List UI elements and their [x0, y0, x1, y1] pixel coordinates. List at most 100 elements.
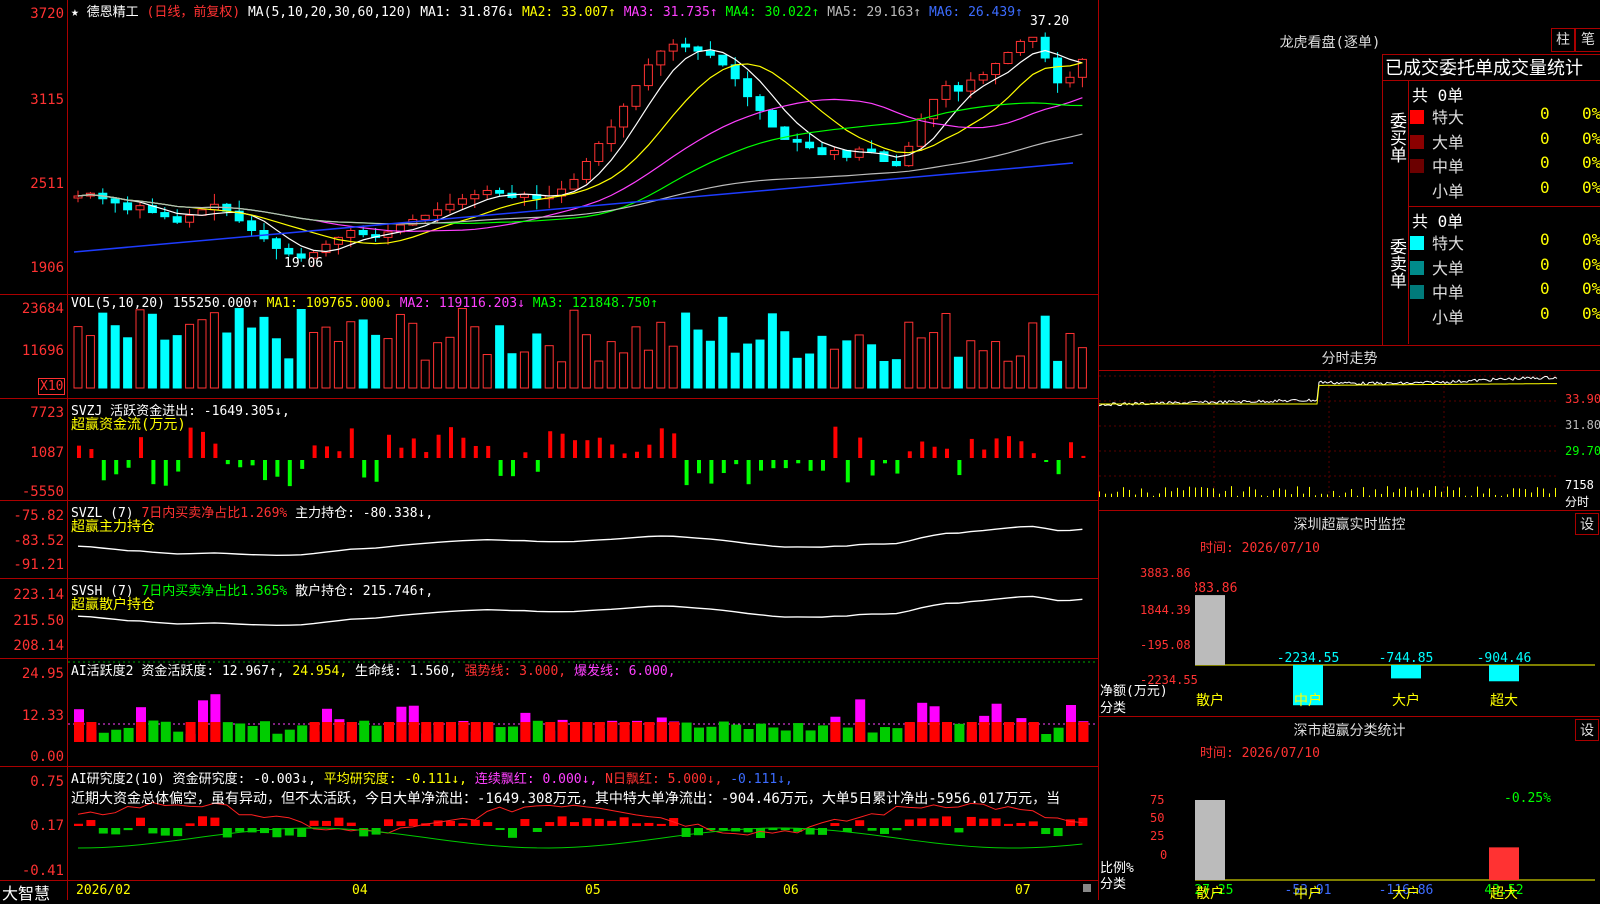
research-bar: [1004, 823, 1013, 826]
sz-class-axis: 50: [1150, 811, 1165, 825]
volume-bar: [755, 339, 765, 389]
candle-body: [482, 189, 492, 196]
intraday-volume-bar: [1129, 489, 1130, 497]
volume-bar: [333, 340, 343, 389]
intraday-volume-bar: [1393, 492, 1394, 497]
volume-bar: [197, 319, 207, 389]
sz-monitor-axis: 1844.39: [1140, 603, 1191, 617]
intraday-volume-bar: [1339, 495, 1340, 497]
research-bar: [173, 828, 183, 837]
price-axis-label: 3115: [30, 92, 64, 108]
volume-bar: [185, 323, 195, 389]
flow-bar: [1044, 460, 1049, 463]
bar-view-button[interactable]: 柱: [1551, 28, 1575, 52]
vol-value: 155250.000↑: [172, 296, 259, 311]
activity-bar: [222, 722, 233, 742]
candle-body: [743, 78, 753, 98]
intraday-volume-bar: [1123, 487, 1124, 497]
intraday-volume-bar: [1327, 494, 1328, 497]
activity-base-bar: [322, 722, 332, 742]
research-bar: [322, 820, 331, 826]
activity-bar: [842, 727, 853, 742]
candle-body: [705, 50, 715, 56]
volume-bar: [284, 358, 294, 389]
candle-body: [1015, 40, 1025, 53]
tick-view-button[interactable]: 笔: [1575, 28, 1600, 52]
ai1-d: 强势线: 3.000,: [464, 664, 567, 679]
lhb-tab-divider: [1382, 80, 1600, 81]
flow-bar: [238, 460, 243, 468]
date-label: 06: [783, 883, 799, 898]
activity-bar: [173, 731, 184, 742]
flow-bar: [945, 448, 949, 458]
volume-bar: [346, 321, 356, 389]
volume-bar: [234, 308, 244, 389]
activity-base-bar: [582, 722, 593, 742]
ai1-e: 爆发线: 6.000,: [573, 664, 676, 679]
vol-label: VOL(5,10,20): [71, 296, 165, 311]
intraday-volume-bar: [1531, 492, 1532, 497]
sz-monitor-settings-button[interactable]: 设: [1575, 513, 1599, 535]
intraday-volume-bar: [1465, 495, 1466, 497]
research-bar: [1041, 828, 1051, 835]
intraday-volume-bar: [1231, 486, 1232, 497]
sz-class-settings-button[interactable]: 设: [1575, 719, 1599, 741]
candle-body: [123, 202, 133, 211]
flow-bar: [833, 426, 838, 458]
research-bar: [111, 828, 121, 835]
intraday-volume-bar: [1225, 490, 1226, 497]
research-bar: [408, 818, 418, 826]
ai1-b: 24.954,: [292, 664, 348, 679]
flow-bar: [858, 437, 863, 458]
activity-bar: [98, 732, 109, 742]
kline-canvas[interactable]: [68, 0, 1098, 900]
candle-body: [619, 105, 629, 128]
activity-base-bar: [185, 722, 196, 742]
flow-bar: [163, 460, 168, 486]
lhb-mid-divider: [1408, 206, 1600, 207]
research-bar: [148, 828, 158, 834]
activity-bar: [880, 727, 890, 742]
date-axis: [0, 880, 1098, 901]
research-bar: [954, 828, 964, 833]
order-type: 小单: [1432, 181, 1465, 201]
color-swatch-icon: [1410, 159, 1424, 173]
ai2-c: 连续飘红: 0.000↓,: [474, 772, 598, 787]
flow-bar: [201, 431, 205, 458]
volume-bar: [1040, 315, 1050, 389]
vol-axis-label: 23684: [21, 301, 64, 317]
candle-body: [110, 198, 120, 204]
flow-bar: [932, 446, 937, 458]
flow-bar: [77, 445, 81, 458]
intraday-volume-bar: [1435, 486, 1436, 497]
activity-base-bar: [1066, 722, 1076, 742]
research-bar: [297, 828, 307, 837]
vol-ma2: MA2: 119116.203↓: [399, 296, 525, 311]
volume-bar: [247, 327, 257, 389]
lock-icon[interactable]: [1083, 884, 1091, 892]
activity-bar: [359, 720, 370, 742]
intraday-volume-bar: [1417, 487, 1418, 497]
activity-base-bar: [433, 722, 444, 742]
activity-bar: [743, 728, 754, 742]
lhb-tabs[interactable]: 已成交委托单成交量统计: [1385, 54, 1600, 80]
vol-unit-badge[interactable]: X10: [38, 378, 66, 395]
sz-monitor-category: 超大: [1490, 693, 1518, 709]
intraday-volume-bar: [1309, 486, 1310, 497]
flow-bar: [610, 444, 615, 458]
order-pct: 0%: [1582, 104, 1600, 123]
ai2-a: 资金研究度: -0.003↓,: [172, 772, 316, 787]
candle-body: [420, 214, 430, 220]
ma2-line: [77, 62, 1083, 245]
volume-bar: [358, 319, 368, 389]
volume-bar: [991, 341, 1001, 389]
color-swatch-icon: [1410, 285, 1424, 299]
intraday-volume-bar: [1369, 495, 1370, 497]
intraday-chart[interactable]: [1099, 371, 1600, 509]
candle-body: [1053, 57, 1063, 84]
flow-bar: [957, 460, 962, 476]
flow-bar: [982, 449, 987, 458]
candle-body: [941, 85, 951, 100]
order-type: 特大: [1432, 108, 1465, 127]
buy-orders-label: 委买单: [1386, 112, 1406, 163]
